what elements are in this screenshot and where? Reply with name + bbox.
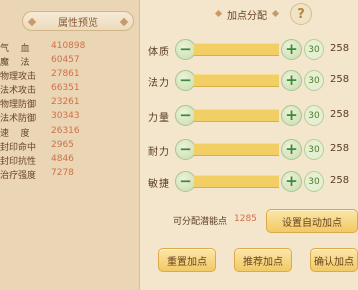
step-amount-button[interactable]: 30 (304, 39, 324, 60)
stat-name: 治疗强度 (0, 171, 37, 181)
stat-value: 60457 (51, 55, 80, 65)
stat-name: 物理攻击 (0, 72, 37, 82)
step-amount-button[interactable]: 30 (304, 105, 324, 126)
plus-button[interactable]: + (281, 171, 302, 192)
stat-value: 2965 (51, 140, 74, 150)
plus-button[interactable]: + (281, 105, 302, 126)
stat-row-physical-defense: 物理防御 23261 (0, 97, 140, 111)
minus-button[interactable]: − (175, 105, 196, 126)
step-amount-button[interactable]: 30 (304, 171, 324, 192)
reset-points-button[interactable]: 重置加点 (158, 248, 216, 272)
stat-name: 封印抗性 (0, 157, 37, 167)
stat-value: 66351 (51, 83, 80, 93)
stat-value: 4846 (51, 154, 74, 164)
stat-name: 物理防御 (0, 100, 37, 110)
stat-row-mp: 魔 法 60457 (0, 55, 140, 69)
attribute-row-endurance: 耐力 − + 30 258 (148, 138, 358, 162)
stat-name: 法术防御 (0, 114, 37, 124)
attribute-bar[interactable] (194, 143, 279, 156)
attribute-row-agility: 敏捷 − + 30 258 (148, 170, 358, 194)
attribute-label: 力量 (148, 113, 170, 124)
attribute-row-magic: 法力 − + 30 258 (148, 69, 358, 93)
recommend-points-button[interactable]: 推荐加点 (234, 248, 292, 272)
stat-value: 26316 (51, 126, 80, 136)
attribute-value: 258 (330, 74, 350, 85)
attribute-value: 258 (330, 43, 350, 54)
stat-value: 410898 (51, 41, 86, 51)
plus-button[interactable]: + (281, 39, 302, 60)
ornament-icon (214, 9, 223, 18)
stat-name: 封印命中 (0, 143, 37, 153)
plus-button[interactable]: + (281, 139, 302, 160)
stat-row-magic-attack: 法术攻击 66351 (0, 83, 140, 97)
minus-button[interactable]: − (175, 139, 196, 160)
minus-button[interactable]: − (175, 171, 196, 192)
attribute-label: 敏捷 (148, 179, 170, 190)
stat-row-hp: 气 血 410898 (0, 41, 140, 55)
stat-row-seal-hit: 封印命中 2965 (0, 140, 140, 154)
plus-button[interactable]: + (281, 70, 302, 91)
allocation-title: 加点分配 (227, 10, 267, 22)
attribute-bar[interactable] (194, 43, 279, 56)
stats-preview-panel: 属性预览 气 血 410898 魔 法 60457 物理攻击 27861 法术攻… (0, 0, 140, 290)
attribute-row-constitution: 体质 − + 30 258 (148, 38, 358, 62)
attribute-bar[interactable] (194, 74, 279, 87)
stat-row-speed: 速 度 26316 (0, 126, 140, 140)
stat-value: 7278 (51, 168, 74, 178)
attribute-bar[interactable] (194, 109, 279, 122)
ornament-icon (271, 9, 280, 18)
step-amount-button[interactable]: 30 (304, 139, 324, 160)
stat-name: 速 度 (0, 129, 30, 139)
minus-button[interactable]: − (175, 70, 196, 91)
attribute-value: 258 (330, 143, 350, 154)
attribute-allocation-window: 属性预览 气 血 410898 魔 法 60457 物理攻击 27861 法术攻… (0, 0, 358, 290)
stat-row-physical-attack: 物理攻击 27861 (0, 69, 140, 83)
auto-allocate-button[interactable]: 设置自动加点 (266, 209, 358, 233)
attribute-value: 258 (330, 109, 350, 120)
allocation-header: 加点分配 (214, 5, 280, 23)
stat-name: 法术攻击 (0, 86, 37, 96)
stat-name: 气 血 (0, 44, 30, 54)
stat-row-magic-defense: 法术防御 30343 (0, 111, 140, 125)
step-amount-button[interactable]: 30 (304, 70, 324, 91)
attribute-bar[interactable] (194, 175, 279, 188)
available-points-value: 1285 (234, 214, 257, 224)
ornament-icon (119, 17, 129, 27)
stat-value: 27861 (51, 69, 80, 79)
minus-button[interactable]: − (175, 39, 196, 60)
help-button[interactable]: ? (290, 3, 312, 25)
stat-row-seal-resist: 封印抗性 4846 (0, 154, 140, 168)
ornament-icon (27, 17, 37, 27)
stats-preview-header: 属性预览 (22, 11, 134, 31)
stats-preview-title: 属性预览 (58, 17, 98, 29)
attribute-label: 体质 (148, 47, 170, 58)
attribute-value: 258 (330, 175, 350, 186)
stat-row-healing: 治疗强度 7278 (0, 168, 140, 182)
attribute-label: 法力 (148, 78, 170, 89)
available-points-label: 可分配潜能点 (173, 217, 228, 227)
stat-name: 魔 法 (0, 58, 30, 68)
attribute-label: 耐力 (148, 147, 170, 158)
attribute-row-strength: 力量 − + 30 258 (148, 104, 358, 128)
stat-value: 23261 (51, 97, 80, 107)
stat-value: 30343 (51, 111, 80, 121)
confirm-points-button[interactable]: 确认加点 (310, 248, 358, 272)
